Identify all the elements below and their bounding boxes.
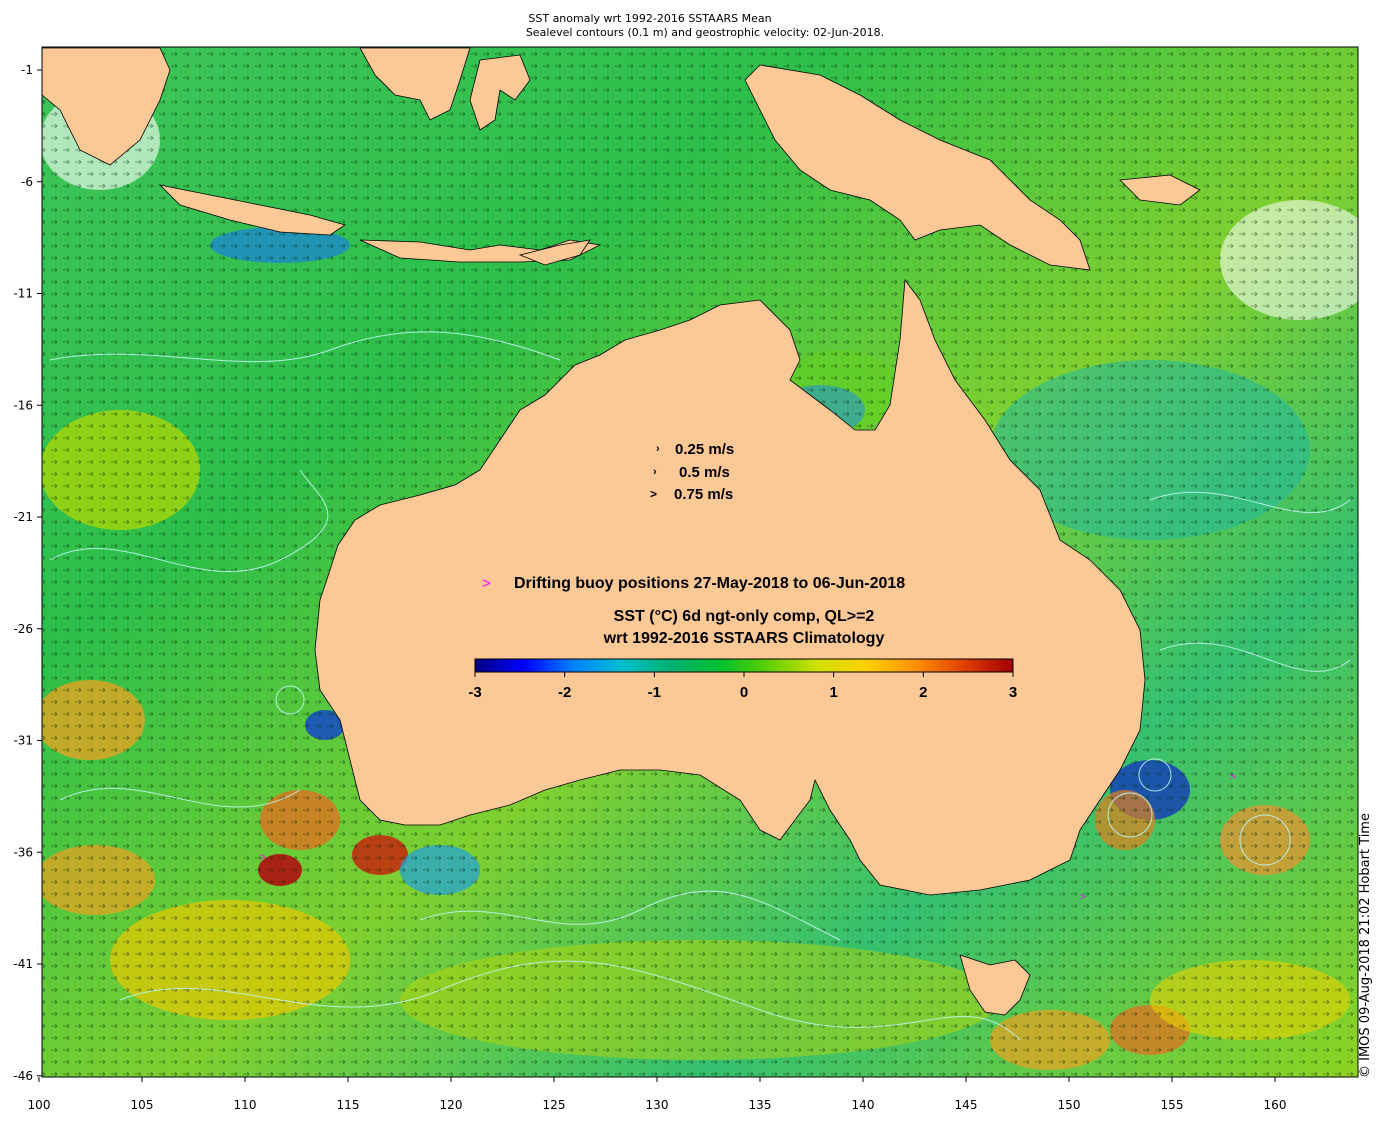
- y-tick-label: -1: [21, 63, 33, 77]
- buoy-legend-label: Drifting buoy positions 27-May-2018 to 0…: [514, 575, 905, 592]
- velocity-arrow-025: ›: [656, 443, 660, 455]
- latitude-axis: -1 -6 -11 -16 -21 -26 -31 -36 -41 -46: [13, 63, 42, 1083]
- colorbar-tick-label: -1: [648, 684, 661, 701]
- x-tick-label: 145: [955, 1098, 978, 1112]
- x-tick-label: 155: [1161, 1098, 1184, 1112]
- y-tick-label: -36: [13, 845, 33, 859]
- y-tick-label: -41: [13, 957, 33, 971]
- y-tick-label: -6: [21, 175, 33, 189]
- velocity-arrow-075: >: [650, 487, 657, 501]
- x-tick-label: 130: [646, 1098, 669, 1112]
- colorbar-tick-label: -3: [468, 684, 481, 701]
- buoy-legend: > Drifting buoy positions 27-May-2018 to…: [482, 575, 905, 592]
- x-tick-label: 160: [1264, 1098, 1287, 1112]
- x-tick-label: 105: [131, 1098, 154, 1112]
- y-tick-label: -11: [13, 287, 33, 301]
- colorbar-tick-label: 2: [919, 684, 927, 701]
- colorbar-title: SST (°C) 6d ngt-only comp, QL>=2: [614, 608, 875, 625]
- x-tick-label: 110: [234, 1098, 257, 1112]
- colorbar-tick-label: 3: [1009, 684, 1017, 701]
- buoy-symbol: >: [482, 575, 491, 592]
- colorbar-tick-label: 0: [740, 684, 748, 701]
- velocity-label-075: 0.75 m/s: [674, 486, 733, 503]
- velocity-label-05: 0.5 m/s: [679, 464, 730, 481]
- map-frame: > > >: [42, 47, 1358, 1077]
- velocity-label-025: 0.25 m/s: [675, 441, 734, 458]
- x-tick-label: 150: [1058, 1098, 1081, 1112]
- x-tick-label: 140: [852, 1098, 875, 1112]
- imos-credit: © IMOS 09-Aug-2018 21:02 Hobart Time: [1358, 813, 1373, 1078]
- longitude-axis: 100 105 110 115 120 125 130 135 140 145 150 155 160: [28, 1077, 1287, 1112]
- y-tick-label: -26: [13, 622, 33, 636]
- x-tick-label: 120: [440, 1098, 463, 1112]
- colorbar-tick-label: 1: [829, 684, 837, 701]
- y-tick-label: -31: [13, 734, 33, 748]
- velocity-arrow-05: ›: [653, 466, 657, 478]
- x-tick-label: 100: [28, 1098, 51, 1112]
- colorbar-subtitle: wrt 1992-2016 SSTAARS Climatology: [603, 630, 885, 647]
- y-tick-label: -21: [13, 510, 33, 524]
- svg-text:>: >: [1080, 892, 1086, 903]
- svg-text:>: >: [260, 852, 266, 863]
- svg-text:>: >: [1230, 772, 1236, 783]
- colorbar-tick-label: -2: [558, 684, 571, 701]
- x-tick-label: 125: [543, 1098, 566, 1112]
- x-tick-label: 115: [337, 1098, 360, 1112]
- y-tick-label: -46: [13, 1069, 33, 1083]
- x-tick-label: 135: [749, 1098, 772, 1112]
- sst-anomaly-map: > > > 100 105 110 115 120 125 130 135 140 145 150 1…: [13, 46, 1359, 1112]
- y-tick-label: -16: [13, 398, 33, 412]
- colorbar-scale: [474, 658, 1014, 673]
